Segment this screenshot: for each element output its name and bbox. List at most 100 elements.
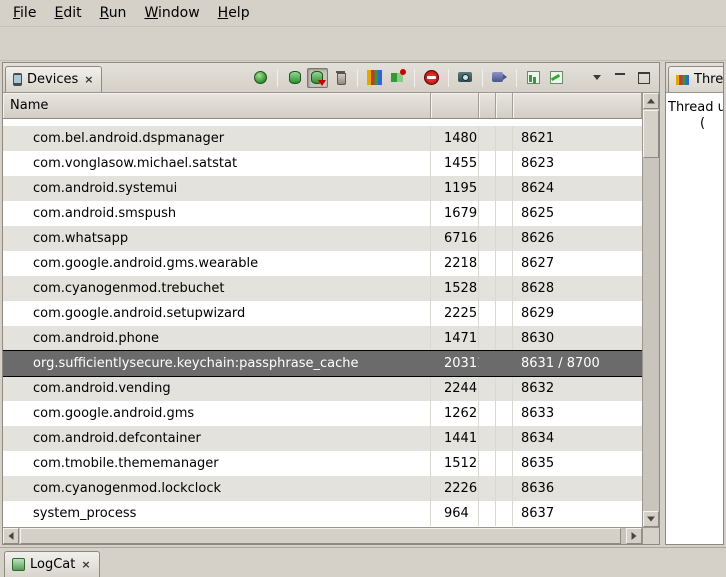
minimize-icon[interactable] xyxy=(610,68,631,88)
scroll-right-button[interactable] xyxy=(626,528,642,544)
menu-window[interactable]: Window xyxy=(135,1,208,26)
menu-edit[interactable]: Edit xyxy=(45,1,90,26)
empty-cell xyxy=(479,376,496,401)
process-pid: 964 xyxy=(431,501,479,526)
process-pid: 12623 xyxy=(431,401,479,426)
threads-panel-header: Threads xyxy=(666,63,723,93)
process-row[interactable]: com.google.android.gms126238633 xyxy=(3,401,642,426)
empty-cell xyxy=(496,326,513,351)
opengl-trace-icon[interactable] xyxy=(546,68,567,88)
process-port: 8629 xyxy=(513,301,642,326)
logcat-tab-label: LogCat xyxy=(30,557,75,572)
table-rows-viewport: com.bel.android.dspmanager14808621com.vo… xyxy=(3,119,642,527)
update-threads-icon[interactable] xyxy=(364,68,385,88)
process-row[interactable]: com.google.android.setupwizard222508629 xyxy=(3,301,642,326)
scroll-left-button[interactable] xyxy=(3,528,19,544)
empty-cell xyxy=(496,501,513,526)
process-row[interactable]: com.android.systemui11958624 xyxy=(3,176,642,201)
toolbar-separator xyxy=(482,69,483,87)
logcat-icon xyxy=(12,558,25,571)
process-pid: 1471 xyxy=(431,326,479,351)
capture-video-icon[interactable] xyxy=(489,68,510,88)
devices-panel-header: Devices × xyxy=(3,63,659,93)
empty-cell xyxy=(479,251,496,276)
process-row[interactable]: system_process9648637 xyxy=(3,501,642,526)
process-port: 8624 xyxy=(513,176,642,201)
menu-help[interactable]: Help xyxy=(209,1,259,26)
tab-threads[interactable]: Threads xyxy=(668,66,723,92)
arrow-up-icon xyxy=(647,99,655,104)
process-row[interactable]: com.vonglasow.michael.satstat145538623 xyxy=(3,151,642,176)
update-threads-icon xyxy=(367,70,382,85)
process-name: com.cyanogenmod.trebuchet xyxy=(3,276,431,301)
horizontal-scrollbar-thumb[interactable] xyxy=(20,528,621,544)
stop-process-icon[interactable] xyxy=(421,68,442,88)
debug-process-icon[interactable] xyxy=(250,68,271,88)
process-port: 8627 xyxy=(513,251,642,276)
menu-run[interactable]: Run xyxy=(91,1,136,26)
process-row[interactable]: com.google.android.gms.wearable221858627 xyxy=(3,251,642,276)
empty-cell xyxy=(496,426,513,451)
dump-hprof-icon xyxy=(310,70,325,85)
scroll-up-button[interactable] xyxy=(643,93,659,109)
menu-file[interactable]: File xyxy=(4,1,45,26)
scrollbar-corner xyxy=(642,527,659,544)
empty-cell xyxy=(496,201,513,226)
process-pid: 22250 xyxy=(431,301,479,326)
empty-cell xyxy=(496,376,513,401)
process-row[interactable]: com.android.defcontainer144118634 xyxy=(3,426,642,451)
close-icon[interactable]: × xyxy=(80,559,91,570)
view-menu-icon xyxy=(590,70,605,85)
process-pid: 1528 xyxy=(431,276,479,301)
process-row[interactable]: com.cyanogenmod.lockclock222658636 xyxy=(3,476,642,501)
empty-cell xyxy=(479,401,496,426)
screen-capture-icon[interactable] xyxy=(455,68,476,88)
process-row[interactable]: com.cyanogenmod.trebuchet15288628 xyxy=(3,276,642,301)
vertical-scrollbar-thumb[interactable] xyxy=(643,110,659,158)
process-row[interactable]: com.android.phone14718630 xyxy=(3,326,642,351)
empty-cell xyxy=(496,226,513,251)
menubar: FileEditRunWindowHelp xyxy=(0,0,726,27)
empty-cell xyxy=(479,451,496,476)
scroll-down-button[interactable] xyxy=(643,511,659,527)
dump-hprof-icon[interactable] xyxy=(307,68,328,88)
process-pid: 22185 xyxy=(431,251,479,276)
process-pid: 22265 xyxy=(431,476,479,501)
empty-cell xyxy=(479,501,496,526)
maximize-icon[interactable] xyxy=(633,68,654,88)
process-name: org.sufficientlysecure.keychain:passphra… xyxy=(3,351,431,376)
column-header-blank-1[interactable] xyxy=(431,93,479,118)
process-pid: 14411 xyxy=(431,426,479,451)
column-header-name[interactable]: Name xyxy=(3,93,431,118)
process-port: 8631 / 8700 xyxy=(513,351,642,376)
toolbar-separator xyxy=(357,69,358,87)
process-row[interactable]: com.android.vending224408632 xyxy=(3,376,642,401)
process-row-selected[interactable]: org.sufficientlysecure.keychain:passphra… xyxy=(3,351,642,376)
tab-logcat[interactable]: LogCat × xyxy=(4,551,100,577)
toolbar-separator xyxy=(277,69,278,87)
column-header-blank-4[interactable] xyxy=(513,93,642,118)
process-row[interactable]: com.android.smspush16798625 xyxy=(3,201,642,226)
tab-devices[interactable]: Devices × xyxy=(5,66,102,92)
process-row[interactable]: com.tmobile.thememanager15128635 xyxy=(3,451,642,476)
process-pid: 1679 xyxy=(431,201,479,226)
cause-gc-icon[interactable] xyxy=(330,68,351,88)
column-header-blank-3[interactable] xyxy=(496,93,513,118)
cause-gc-icon xyxy=(333,70,348,85)
system-trace-icon[interactable] xyxy=(523,68,544,88)
process-name: system_process xyxy=(3,501,431,526)
process-row[interactable]: com.whatsapp67168626 xyxy=(3,226,642,251)
toolbar-separator xyxy=(414,69,415,87)
process-port: 8621 xyxy=(513,126,642,151)
process-row[interactable]: com.bel.android.dspmanager14808621 xyxy=(3,126,642,151)
update-heap-icon[interactable] xyxy=(284,68,305,88)
column-header-blank-2[interactable] xyxy=(479,93,496,118)
vertical-scrollbar[interactable] xyxy=(642,93,659,527)
empty-cell xyxy=(479,326,496,351)
method-profiling-icon[interactable] xyxy=(387,68,408,88)
close-icon[interactable]: × xyxy=(83,74,94,85)
devices-toolbar xyxy=(250,68,659,88)
process-name: com.android.systemui xyxy=(3,176,431,201)
view-menu-icon[interactable] xyxy=(587,68,608,88)
horizontal-scrollbar[interactable] xyxy=(3,527,642,544)
